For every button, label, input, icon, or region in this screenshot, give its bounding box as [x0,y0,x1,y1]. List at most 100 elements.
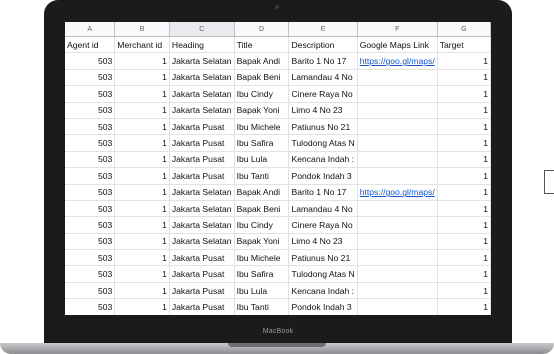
table-cell[interactable]: 1 [114,52,170,70]
table-cell[interactable]: Jakarta Selatan [169,102,235,119]
table-cell[interactable]: 1 [437,151,491,169]
table-cell[interactable]: 503 [65,151,116,169]
table-cell[interactable]: 1 [437,200,491,218]
table-cell[interactable]: 503 [65,249,116,267]
table-cell[interactable]: Jakarta Pusat [169,134,235,152]
table-cell[interactable]: Pondok Indah 3 [288,298,358,315]
table-cell[interactable] [357,200,438,218]
table-cell[interactable]: 503 [65,85,116,103]
header-cell[interactable]: Agent id [65,36,116,54]
col-letter-d[interactable]: D [234,22,290,37]
table-cell[interactable]: Bapak Yoni [234,233,290,251]
table-cell[interactable] [357,151,438,169]
table-cell[interactable]: Ibu Tanti [234,298,290,315]
table-cell[interactable]: 1 [437,167,491,185]
table-cell[interactable]: Patiunus No 21 [288,249,358,267]
table-cell[interactable]: Patiunus No 21 [288,118,358,136]
col-letter-g[interactable]: G [437,22,491,37]
table-cell[interactable]: 503 [65,102,116,119]
table-cell[interactable]: 1 [437,298,491,315]
header-cell[interactable]: Description [288,36,358,54]
table-cell[interactable]: 1 [114,265,170,283]
table-cell[interactable]: Ibu Michele [234,118,290,136]
table-cell[interactable]: Barito 1 No 17 [288,52,358,70]
table-cell[interactable]: Lamandau 4 No [288,200,358,218]
table-cell[interactable]: 1 [437,85,491,103]
table-cell[interactable] [357,85,438,103]
table-cell[interactable]: 503 [65,52,116,70]
table-cell[interactable]: Bapak Beni [234,69,290,87]
table-cell[interactable]: Cinere Raya No [288,85,358,103]
table-cell[interactable]: Jakarta Pusat [169,151,235,169]
table-cell[interactable]: 503 [65,233,116,251]
header-cell[interactable]: Title [234,36,290,54]
table-cell[interactable]: 503 [65,282,116,300]
table-cell[interactable]: Cinere Raya No [288,216,358,234]
header-cell[interactable]: Heading [169,36,235,54]
table-cell[interactable]: 1 [437,249,491,267]
table-cell[interactable]: 1 [437,233,491,251]
table-cell[interactable]: Jakarta Selatan [169,52,235,70]
table-cell[interactable]: Jakarta Pusat [169,298,235,315]
table-cell[interactable]: Jakarta Selatan [169,233,235,251]
table-cell[interactable]: 1 [114,102,170,119]
table-cell[interactable]: 503 [65,184,116,201]
table-cell[interactable]: 1 [114,184,170,201]
table-cell[interactable] [357,249,438,267]
table-cell[interactable]: https://goo.gl/maps/ [357,52,438,70]
table-cell[interactable]: 1 [114,167,170,185]
table-cell[interactable]: Ibu Lula [234,151,290,169]
table-cell[interactable]: Tulodong Atas N [288,265,358,283]
table-cell[interactable]: 1 [437,184,491,201]
table-cell[interactable]: Bapak Beni [234,200,290,218]
table-cell[interactable]: Ibu Michele [234,249,290,267]
table-cell[interactable] [357,216,438,234]
table-cell[interactable] [357,69,438,87]
col-letter-b[interactable]: B [114,22,170,37]
table-cell[interactable] [357,233,438,251]
table-cell[interactable]: 1 [114,282,170,300]
table-cell[interactable]: Ibu Safira [234,265,290,283]
table-cell[interactable]: Jakarta Selatan [169,184,235,201]
table-cell[interactable]: Jakarta Selatan [169,216,235,234]
table-cell[interactable]: 1 [114,85,170,103]
table-cell[interactable]: 1 [114,151,170,169]
table-cell[interactable]: 1 [437,134,491,152]
col-letter-a[interactable]: A [65,22,116,37]
table-cell[interactable]: 1 [437,52,491,70]
table-cell[interactable]: Limo 4 No 23 [288,102,358,119]
col-letter-f[interactable]: F [357,22,438,37]
table-cell[interactable]: 503 [65,298,116,315]
table-cell[interactable]: 503 [65,69,116,87]
table-cell[interactable]: Ibu Lula [234,282,290,300]
table-cell[interactable]: 503 [65,134,116,152]
table-cell[interactable]: 1 [114,249,170,267]
table-cell[interactable]: Bapak Andi [234,184,290,201]
table-cell[interactable]: 503 [65,167,116,185]
table-cell[interactable]: 1 [114,233,170,251]
table-cell[interactable]: Jakarta Pusat [169,167,235,185]
table-cell[interactable]: Limo 4 No 23 [288,233,358,251]
table-cell[interactable]: Tulodong Atas N [288,134,358,152]
table-cell[interactable]: 503 [65,216,116,234]
table-cell[interactable]: Bapak Andi [234,52,290,70]
table-cell[interactable] [357,102,438,119]
table-cell[interactable] [357,118,438,136]
table-cell[interactable]: Jakarta Pusat [169,118,235,136]
table-cell[interactable]: 503 [65,200,116,218]
table-cell[interactable]: Jakarta Pusat [169,249,235,267]
header-cell[interactable]: Merchant id [114,36,170,54]
table-cell[interactable]: 1 [437,102,491,119]
table-cell[interactable]: Ibu Cindy [234,216,290,234]
table-cell[interactable]: 1 [114,118,170,136]
table-cell[interactable] [357,265,438,283]
table-cell[interactable]: Kencana Indah : [288,151,358,169]
table-cell[interactable]: 1 [437,118,491,136]
table-cell[interactable] [357,167,438,185]
table-cell[interactable]: Jakarta Selatan [169,200,235,218]
table-cell[interactable]: 1 [114,298,170,315]
table-cell[interactable]: 503 [65,265,116,283]
table-cell[interactable]: Ibu Cindy [234,85,290,103]
table-cell[interactable]: 1 [437,265,491,283]
table-cell[interactable]: Lamandau 4 No [288,69,358,87]
